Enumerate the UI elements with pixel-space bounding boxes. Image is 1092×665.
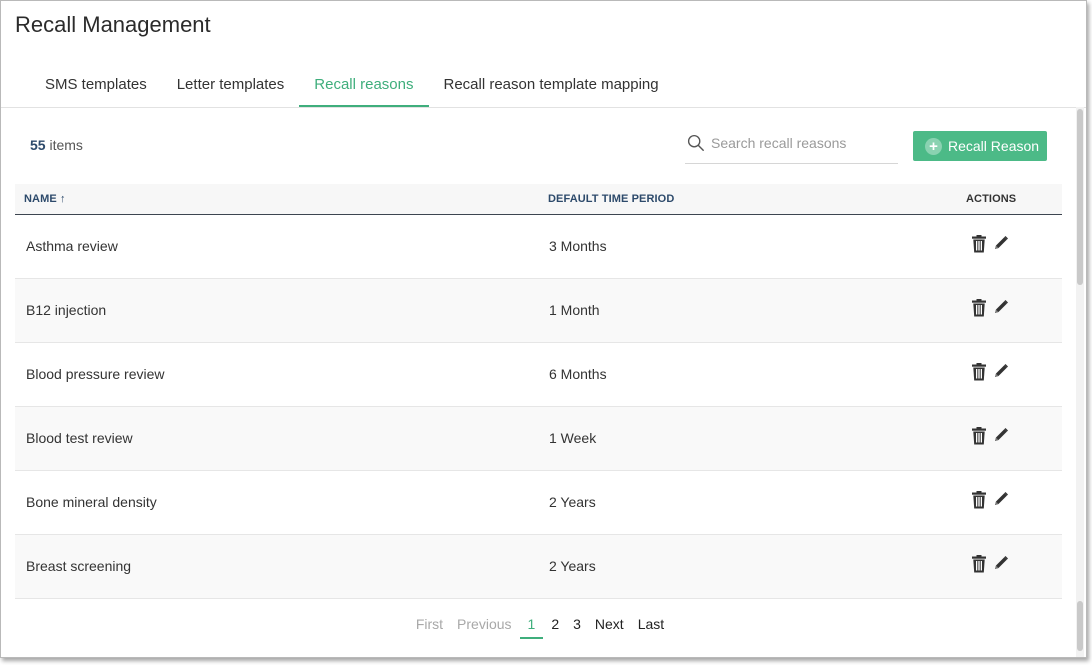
row-actions: [971, 427, 1009, 445]
column-header-default-time-period[interactable]: DEFAULT TIME PERIOD: [548, 193, 674, 205]
scrollbar-thumb[interactable]: [1077, 109, 1083, 285]
trash-icon[interactable]: [971, 235, 987, 253]
sort-ascending-icon: ↑: [59, 193, 66, 205]
row-actions: [971, 299, 1009, 317]
row-period: 3 Months: [549, 238, 607, 254]
row-period: 2 Years: [549, 558, 596, 574]
trash-icon[interactable]: [971, 363, 987, 381]
plus-circle-icon: +: [925, 137, 942, 155]
search-input[interactable]: [711, 133, 891, 153]
table-row: Blood test review 1 Week: [15, 407, 1062, 471]
item-count-number: 55: [30, 137, 46, 153]
row-name: Blood pressure review: [26, 366, 165, 382]
row-actions: [971, 555, 1009, 573]
pagination-last[interactable]: Last: [632, 613, 670, 639]
row-period: 1 Month: [549, 302, 600, 318]
pagination-next[interactable]: Next: [589, 613, 630, 639]
tab-recall-reasons[interactable]: Recall reasons: [299, 63, 429, 107]
pagination-previous[interactable]: Previous: [451, 613, 517, 639]
pagination-first[interactable]: First: [410, 613, 449, 639]
trash-icon[interactable]: [971, 299, 987, 317]
table-row: B12 injection 1 Month: [15, 279, 1062, 343]
vertical-scrollbar[interactable]: [1076, 107, 1084, 657]
add-recall-reason-button[interactable]: + Recall Reason: [913, 131, 1047, 161]
column-header-actions: ACTIONS: [966, 193, 1017, 205]
item-count: 55 items: [30, 137, 83, 153]
row-name: Breast screening: [26, 558, 132, 574]
row-name: Bone mineral density: [26, 494, 157, 510]
row-period: 2 Years: [549, 494, 596, 510]
tab-recall-reason-template-mapping[interactable]: Recall reason template mapping: [429, 63, 674, 107]
recall-reasons-table: NAME ↑ DEFAULT TIME PERIOD ACTIONS Asthm…: [15, 184, 1062, 599]
row-name: B12 injection: [26, 302, 107, 318]
tab-bar: SMS templates Letter templates Recall re…: [30, 63, 674, 107]
table-header: NAME ↑ DEFAULT TIME PERIOD ACTIONS: [15, 184, 1062, 215]
pencil-icon[interactable]: [993, 427, 1009, 445]
row-period: 1 Week: [549, 430, 597, 446]
item-count-label: items: [49, 137, 83, 153]
pagination-page-3[interactable]: 3: [567, 613, 587, 639]
trash-icon[interactable]: [971, 491, 987, 509]
page-title: Recall Management: [15, 12, 211, 37]
pagination-page-1[interactable]: 1: [519, 613, 544, 639]
row-period: 6 Months: [549, 366, 607, 382]
search-icon: [687, 134, 704, 151]
search-box[interactable]: [685, 129, 898, 164]
trash-icon[interactable]: [971, 427, 987, 445]
row-name: Asthma review: [26, 238, 118, 254]
column-header-name-label: NAME: [24, 193, 57, 205]
row-actions: [971, 235, 1009, 253]
pagination-page-2[interactable]: 2: [545, 613, 565, 639]
pagination: First Previous 1 2 3 Next Last: [1, 613, 1079, 639]
recall-management-window: Recall Management SMS templates Letter t…: [0, 0, 1087, 658]
table-row: Breast screening 2 Years: [15, 535, 1062, 599]
pencil-icon[interactable]: [993, 491, 1009, 509]
add-recall-reason-label: Recall Reason: [948, 138, 1040, 154]
table-row: Blood pressure review 6 Months: [15, 343, 1062, 407]
page-header: Recall Management SMS templates Letter t…: [1, 1, 1086, 108]
table-row: Bone mineral density 2 Years: [15, 471, 1062, 535]
trash-icon[interactable]: [971, 555, 987, 573]
row-name: Blood test review: [26, 430, 133, 446]
pencil-icon[interactable]: [993, 235, 1009, 253]
tab-sms-templates[interactable]: SMS templates: [30, 63, 162, 107]
pencil-icon[interactable]: [993, 555, 1009, 573]
column-header-name[interactable]: NAME ↑: [24, 193, 66, 205]
row-actions: [971, 491, 1009, 509]
table-row: Asthma review 3 Months: [15, 215, 1062, 279]
pencil-icon[interactable]: [993, 363, 1009, 381]
tab-letter-templates[interactable]: Letter templates: [162, 63, 300, 107]
row-actions: [971, 363, 1009, 381]
pencil-icon[interactable]: [993, 299, 1009, 317]
